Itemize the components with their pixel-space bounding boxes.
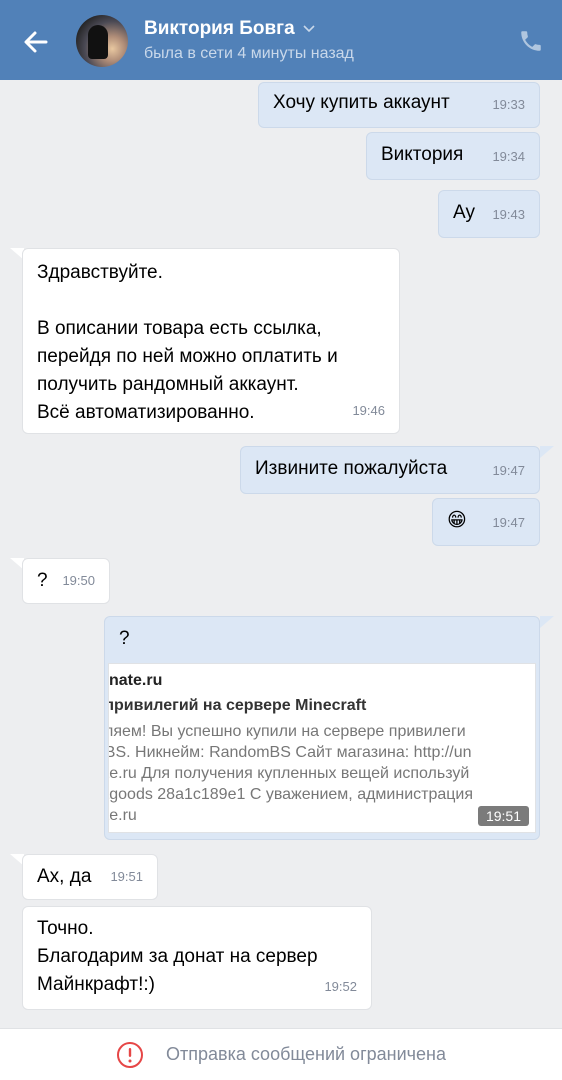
- message-time: 19:50: [62, 573, 95, 588]
- contact-name-row[interactable]: Виктория Бовга: [144, 18, 315, 40]
- message-outgoing[interactable]: Виктория 19:34: [366, 132, 540, 180]
- message-emoji: 😁: [447, 510, 467, 531]
- message-incoming[interactable]: Ах, да 19:51: [22, 854, 158, 900]
- link-preview[interactable]: nate.ru ка привилегий на сервере Minecra…: [108, 663, 536, 833]
- message-outgoing[interactable]: Ау 19:43: [438, 190, 540, 238]
- message-outgoing[interactable]: 😁 19:47: [432, 498, 540, 546]
- message-time: 19:47: [492, 463, 525, 478]
- link-description: авляем! Вы успешно купили на сервере при…: [109, 723, 474, 824]
- avatar[interactable]: [76, 15, 128, 67]
- contact-name: Виктория Бовга: [144, 18, 295, 39]
- message-text: Точно. Благодарим за донат на сервер Май…: [37, 918, 318, 995]
- message-list[interactable]: Хочу купить аккаунт 19:33 Виктория 19:34…: [0, 80, 562, 1028]
- bubble-tail: [540, 446, 554, 458]
- message-text: Хочу купить аккаунт: [273, 92, 450, 113]
- warning-icon: [117, 1041, 143, 1068]
- message-text: ?: [37, 570, 48, 591]
- message-time: 19:43: [492, 207, 525, 222]
- message-incoming[interactable]: Точно. Благодарим за донат на сервер Май…: [22, 906, 372, 1010]
- restriction-message: Отправка сообщений ограничена: [166, 1044, 446, 1064]
- message-outgoing[interactable]: Хочу купить аккаунт 19:33: [258, 82, 540, 128]
- bubble-tail: [540, 616, 554, 628]
- message-text: Виктория: [381, 144, 464, 165]
- message-incoming[interactable]: Здравствуйте. В описании товара есть ссы…: [22, 248, 400, 434]
- chat-header: Виктория Бовга была в сети 4 минуты наза…: [0, 0, 562, 80]
- message-incoming[interactable]: ? 19:50: [22, 558, 110, 604]
- phone-icon[interactable]: [518, 28, 544, 54]
- message-text: Ах, да: [37, 866, 92, 887]
- message-text: Ау: [453, 202, 475, 223]
- message-time: 19:51: [110, 869, 143, 884]
- message-text: Извините пожалуйста: [255, 458, 448, 479]
- message-time: 19:47: [492, 515, 525, 530]
- link-title: ка привилегий на сервере Minecraft: [108, 697, 367, 714]
- message-text: Здравствуйте. В описании товара есть ссы…: [37, 262, 338, 423]
- message-time: 19:52: [324, 979, 357, 994]
- link-domain: nate.ru: [109, 672, 163, 689]
- message-time: 19:33: [492, 97, 525, 112]
- contact-status: была в сети 4 минуты назад: [144, 45, 354, 62]
- composer-restricted-banner: Отправка сообщений ограничена: [0, 1028, 562, 1080]
- link-time: 19:51: [477, 806, 529, 826]
- message-text: ?: [119, 628, 130, 649]
- message-time: 19:46: [352, 403, 385, 418]
- message-outgoing[interactable]: Извините пожалуйста 19:47: [240, 446, 540, 494]
- back-arrow-icon[interactable]: [22, 28, 50, 56]
- message-time: 19:34: [492, 149, 525, 164]
- chevron-down-icon: [303, 25, 315, 33]
